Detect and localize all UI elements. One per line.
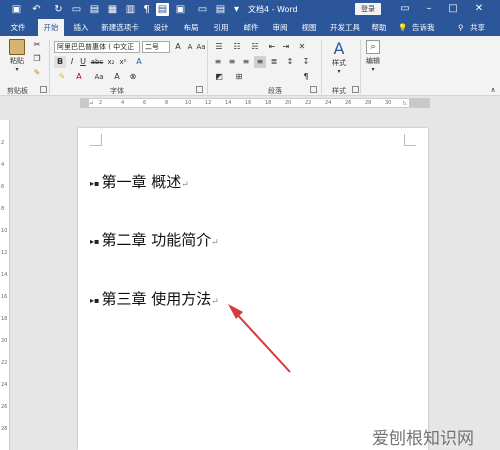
watermark: 爱刨根知识网 xyxy=(372,429,474,449)
annotation-arrow xyxy=(228,304,291,373)
